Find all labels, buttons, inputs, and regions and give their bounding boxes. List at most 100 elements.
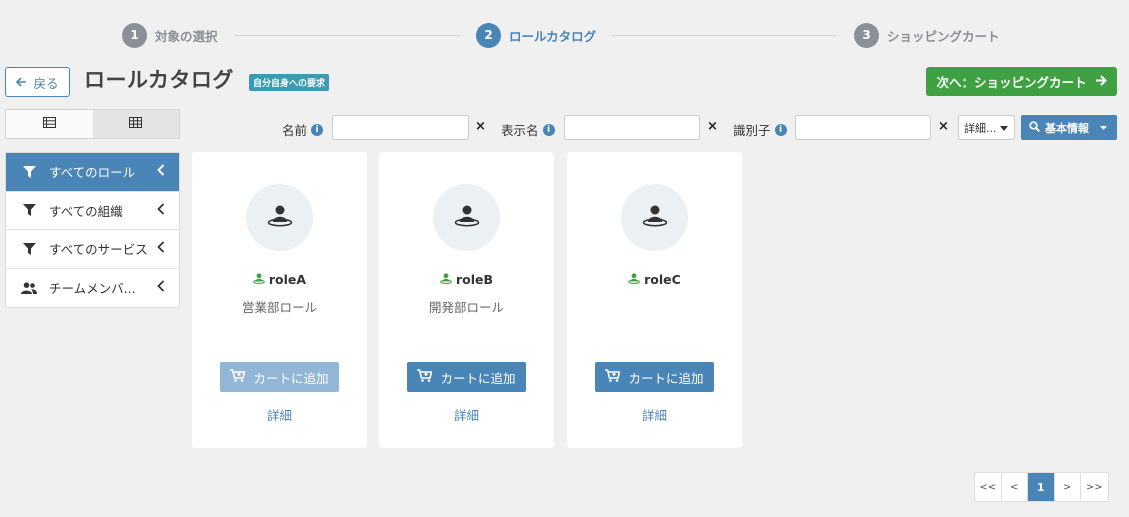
cart-icon bbox=[417, 369, 434, 385]
chevron-left-icon bbox=[157, 279, 165, 296]
display-name-filter-input[interactable] bbox=[564, 115, 700, 140]
sidebar-item-all-organizations[interactable]: すべての組織 bbox=[6, 192, 179, 230]
add-to-cart-button[interactable]: カートに追加 bbox=[407, 362, 526, 392]
role-description: 営業部ロール bbox=[241, 300, 317, 315]
cart-icon bbox=[605, 369, 622, 385]
display-name-clear-icon[interactable]: × bbox=[707, 119, 718, 134]
sidebar-item-all-roles[interactable]: すべてのロール bbox=[6, 153, 179, 192]
pagination: << < 1 > >> bbox=[974, 472, 1109, 502]
role-description: 開発部ロール bbox=[428, 300, 504, 315]
detail-link[interactable]: 詳細 bbox=[192, 405, 367, 424]
role-card: roleB 開発部ロール カートに追加 詳細 bbox=[379, 152, 554, 448]
filter-icon bbox=[21, 204, 37, 217]
arrow-left-icon bbox=[16, 75, 27, 90]
role-name: roleC bbox=[567, 272, 742, 287]
step-number: 2 bbox=[476, 22, 501, 48]
next-page-button[interactable]: > bbox=[1055, 473, 1081, 501]
back-label: 戻る bbox=[33, 75, 59, 91]
role-card: roleC カートに追加 詳細 bbox=[567, 152, 742, 448]
identifier-filter-label: 識別子 i bbox=[733, 120, 787, 139]
role-avatar bbox=[621, 184, 688, 251]
basic-info-label: 基本情報 bbox=[1045, 121, 1089, 135]
grid-view-button[interactable] bbox=[92, 110, 179, 138]
role-name-text: roleC bbox=[644, 272, 681, 287]
add-to-cart-label: カートに追加 bbox=[253, 370, 329, 386]
role-name: roleA bbox=[192, 272, 367, 287]
users-icon bbox=[21, 282, 37, 294]
page-title: ロールカタログ bbox=[84, 68, 234, 92]
role-avatar bbox=[433, 184, 500, 251]
last-page-button[interactable]: >> bbox=[1081, 473, 1108, 501]
info-icon[interactable]: i bbox=[542, 123, 555, 136]
identifier-filter-text: 識別子 bbox=[733, 123, 771, 138]
identifier-clear-icon[interactable]: × bbox=[938, 119, 949, 134]
sidebar-item-label: すべてのサービス bbox=[49, 242, 148, 258]
detail-select[interactable]: 詳細... bbox=[958, 115, 1015, 140]
current-page-button[interactable]: 1 bbox=[1028, 473, 1055, 501]
role-card: roleA 営業部ロール カートに追加 詳細 bbox=[192, 152, 367, 448]
prev-page-button[interactable]: < bbox=[1002, 473, 1028, 501]
role-user-icon bbox=[267, 205, 293, 231]
display-name-filter-label: 表示名 i bbox=[501, 120, 555, 139]
info-icon[interactable]: i bbox=[311, 123, 324, 136]
sidebar-item-label: すべてのロール bbox=[49, 165, 136, 181]
identifier-filter-input[interactable] bbox=[795, 115, 931, 140]
step-number: 1 bbox=[122, 22, 147, 48]
category-sidebar: すべてのロール すべての組織 すべてのサービス チームメンバ... bbox=[5, 152, 180, 308]
detail-link[interactable]: 詳細 bbox=[567, 405, 742, 424]
wizard-stepper: 1 対象の選択 2 ロールカタログ 3 ショッピングカート bbox=[0, 22, 1129, 50]
step-label: 対象の選択 bbox=[155, 28, 218, 44]
search-icon bbox=[1029, 120, 1040, 135]
sidebar-item-label: チームメンバ... bbox=[49, 281, 136, 297]
sidebar-item-team-members[interactable]: チームメンバ... bbox=[6, 269, 179, 308]
add-to-cart-label: カートに追加 bbox=[440, 370, 516, 386]
name-filter-input[interactable] bbox=[332, 115, 469, 140]
role-user-icon bbox=[642, 205, 668, 231]
chevron-left-icon bbox=[157, 202, 165, 219]
role-avatar bbox=[246, 184, 313, 251]
filter-icon bbox=[21, 165, 37, 178]
role-user-icon bbox=[454, 205, 480, 231]
step-select-target[interactable]: 1 対象の選択 bbox=[122, 22, 218, 48]
info-icon[interactable]: i bbox=[774, 123, 787, 136]
add-to-cart-button[interactable]: カートに追加 bbox=[220, 362, 339, 392]
step-connector bbox=[612, 35, 836, 36]
step-label: ショッピングカート bbox=[887, 28, 1000, 44]
add-to-cart-label: カートに追加 bbox=[628, 370, 704, 386]
detail-select-value: 詳細... bbox=[964, 121, 997, 135]
step-number: 3 bbox=[854, 22, 879, 48]
name-filter-label: 名前 i bbox=[282, 120, 324, 139]
list-icon bbox=[42, 116, 56, 132]
display-name-filter-text: 表示名 bbox=[501, 123, 539, 138]
step-label: ロールカタログ bbox=[509, 28, 597, 44]
role-icon bbox=[628, 272, 640, 287]
step-role-catalog[interactable]: 2 ロールカタログ bbox=[476, 22, 596, 48]
next-label: 次へ：ショッピングカート bbox=[936, 75, 1087, 90]
role-name-text: roleA bbox=[268, 272, 307, 287]
caret-down-icon bbox=[999, 121, 1008, 134]
first-page-button[interactable]: << bbox=[975, 473, 1002, 501]
detail-link[interactable]: 詳細 bbox=[379, 405, 554, 424]
arrow-right-icon bbox=[1095, 74, 1107, 89]
role-icon bbox=[253, 272, 265, 287]
name-clear-icon[interactable]: × bbox=[475, 119, 486, 134]
step-connector bbox=[234, 35, 460, 36]
chevron-left-icon bbox=[157, 241, 165, 257]
role-name: roleB bbox=[379, 272, 554, 287]
next-shopping-cart-button[interactable]: 次へ：ショッピングカート bbox=[926, 67, 1117, 96]
chevron-left-icon bbox=[157, 164, 165, 180]
caret-down-icon[interactable] bbox=[1100, 125, 1107, 130]
grid-icon bbox=[129, 116, 143, 132]
back-button[interactable]: 戻る bbox=[5, 67, 70, 97]
request-self-badge: 自分自身への要求 bbox=[249, 74, 330, 91]
name-filter-text: 名前 bbox=[282, 123, 308, 138]
step-shopping-cart[interactable]: 3 ショッピングカート bbox=[854, 22, 1000, 48]
list-view-button[interactable] bbox=[6, 110, 93, 138]
basic-info-search-button[interactable]: 基本情報 bbox=[1021, 115, 1117, 140]
cart-icon bbox=[230, 369, 247, 385]
sidebar-item-all-services[interactable]: すべてのサービス bbox=[6, 230, 179, 269]
add-to-cart-button[interactable]: カートに追加 bbox=[595, 362, 714, 392]
view-toggle bbox=[5, 109, 180, 139]
filter-icon bbox=[21, 242, 37, 255]
role-icon bbox=[440, 272, 452, 287]
